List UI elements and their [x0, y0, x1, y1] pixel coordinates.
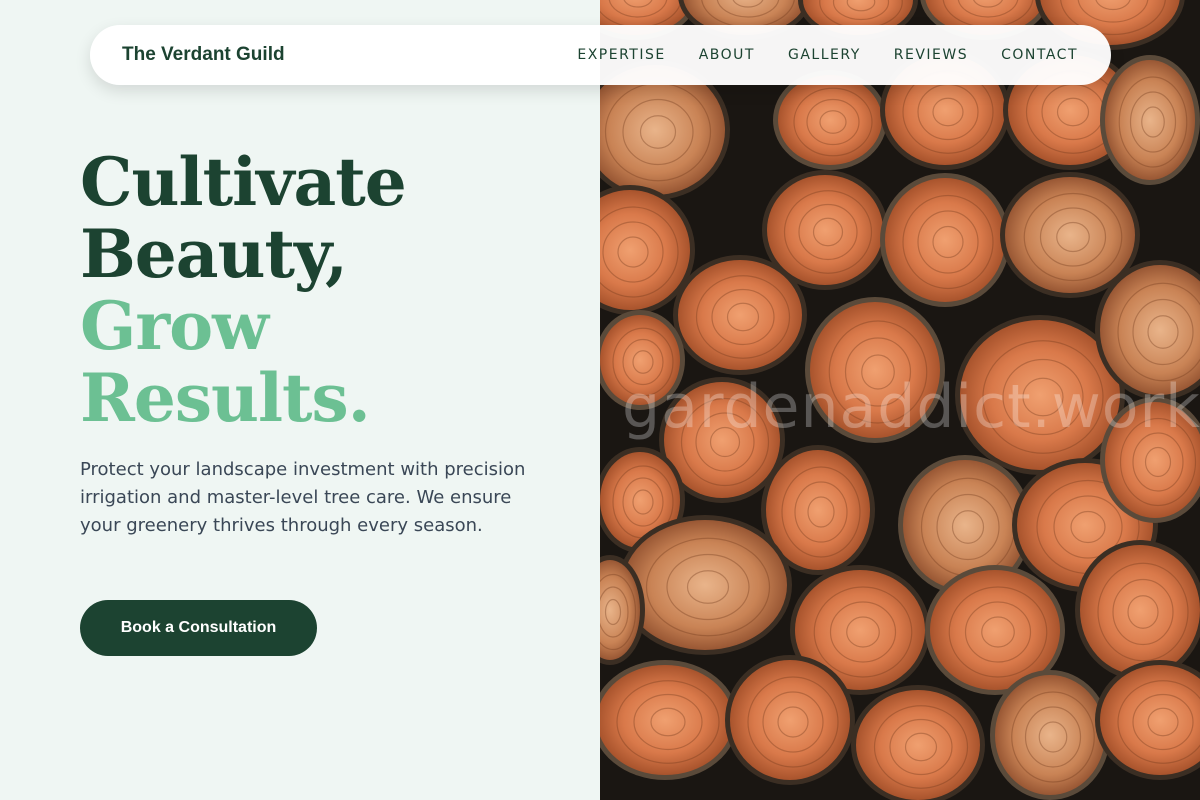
nav-link-contact[interactable]: CONTACT	[1001, 47, 1078, 63]
headline-line-4: Results.	[80, 359, 371, 437]
log-end	[1105, 60, 1195, 180]
hero-description: Protect your landscape investment with p…	[80, 459, 526, 536]
image-watermark: gardenaddict.work	[622, 372, 1200, 442]
nav-link-about[interactable]: ABOUT	[699, 47, 755, 63]
headline-line-1: Cultivate	[80, 143, 407, 221]
nav-link-gallery[interactable]: GALLERY	[788, 47, 861, 63]
log-end	[623, 520, 787, 650]
headline-line-2: Beauty,	[80, 215, 348, 293]
nav-link-expertise[interactable]: EXPERTISE	[577, 47, 665, 63]
top-navbar: The Verdant Guild EXPERTISE ABOUT GALLER…	[90, 25, 1111, 85]
brand-logo[interactable]: The Verdant Guild	[122, 44, 285, 66]
hero-image: gardenaddict.work	[600, 0, 1200, 800]
nav-link-reviews[interactable]: REVIEWS	[894, 47, 968, 63]
book-consultation-button[interactable]: Book a Consultation	[80, 600, 317, 656]
log-end	[600, 665, 733, 775]
nav-links: EXPERTISE ABOUT GALLERY REVIEWS CONTACT	[577, 47, 1078, 63]
hero-headline: Cultivate Beauty, Grow Results.	[80, 143, 407, 437]
headline-line-3: Grow	[80, 287, 269, 365]
